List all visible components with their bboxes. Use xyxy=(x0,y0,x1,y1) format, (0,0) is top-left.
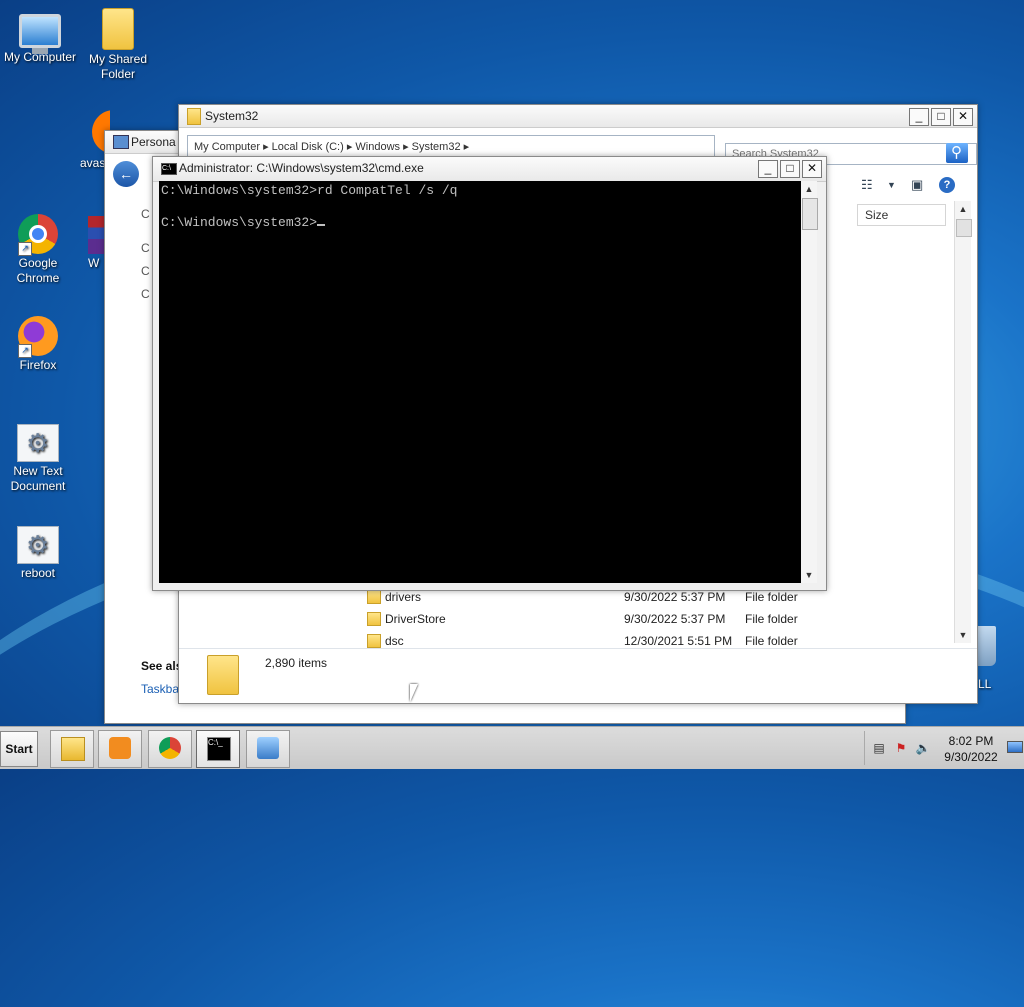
left-nav-item[interactable]: C xyxy=(141,287,150,301)
folder-icon xyxy=(207,655,239,695)
network-icon[interactable]: ▤ xyxy=(871,741,887,755)
media-player-icon xyxy=(109,737,131,759)
chrome-icon: ↗ xyxy=(18,214,58,256)
cmd-window[interactable]: C:\ Administrator: C:\Windows\system32\c… xyxy=(152,156,827,591)
desktop-icon-label: LL xyxy=(978,677,992,691)
window-title: System32 xyxy=(205,109,259,123)
folder-icon xyxy=(187,108,201,125)
system-tray: ▤ ⚑ 🔈 8:02 PM 9/30/2022 xyxy=(864,731,1023,765)
monitor-icon xyxy=(1007,741,1023,753)
desktop-icon-label: Firefox xyxy=(19,358,57,372)
scroll-up-button[interactable]: ▲ xyxy=(955,201,971,217)
shortcut-arrow-icon: ↗ xyxy=(18,242,32,256)
file-name: dsc xyxy=(385,634,404,648)
close-button[interactable]: ✕ xyxy=(953,108,973,126)
maximize-button[interactable]: □ xyxy=(780,160,800,178)
column-header-size[interactable]: Size xyxy=(857,204,946,226)
file-name: DriverStore xyxy=(385,612,446,626)
help-icon[interactable]: ? xyxy=(939,177,955,193)
title-bar[interactable]: C:\ Administrator: C:\Windows\system32\c… xyxy=(153,157,826,182)
start-button[interactable]: Start xyxy=(0,731,38,767)
show-desktop-button[interactable] xyxy=(1007,731,1023,765)
close-button[interactable]: ✕ xyxy=(802,160,822,178)
scroll-down-button[interactable]: ▼ xyxy=(955,627,971,643)
details-pane: 2,890 items xyxy=(179,648,977,703)
vertical-scrollbar[interactable]: ▲ ▼ xyxy=(954,201,972,643)
window-title: Administrator: C:\Windows\system32\cmd.e… xyxy=(179,161,424,175)
taskbar-link[interactable]: Taskba xyxy=(141,682,179,696)
desktop-icon-label: Google Chrome xyxy=(16,256,60,285)
left-nav-item[interactable]: C xyxy=(141,207,150,221)
item-count: 2,890 items xyxy=(265,656,328,670)
clock-date: 9/30/2022 xyxy=(944,750,998,764)
action-center-icon[interactable]: ⚑ xyxy=(893,741,909,755)
file-type: File folder xyxy=(745,634,798,648)
file-explorer-icon xyxy=(61,737,85,761)
file-date: 12/30/2021 5:51 PM xyxy=(624,634,733,648)
file-name: drivers xyxy=(385,590,422,604)
mouse-cursor-icon xyxy=(410,684,418,702)
text-cursor xyxy=(317,224,326,226)
desktop-icon-my-computer[interactable]: My Computer xyxy=(2,8,78,65)
search-icon[interactable] xyxy=(946,143,968,163)
clock[interactable]: 8:02 PM 9/30/2022 xyxy=(939,733,1003,765)
settings-doc-icon xyxy=(17,424,59,462)
volume-icon[interactable]: 🔈 xyxy=(915,741,931,755)
file-date: 9/30/2022 5:37 PM xyxy=(624,590,726,604)
folder-icon xyxy=(367,612,381,626)
file-type: File folder xyxy=(745,612,798,626)
personalize-icon xyxy=(113,135,129,149)
window-title: Persona xyxy=(131,135,176,149)
taskbar: Start C:\_ ▤ ⚑ 🔈 8:02 PM 9/30/2022 xyxy=(0,726,1024,769)
folder-icon xyxy=(367,590,381,604)
desktop-icon-google-chrome[interactable]: ↗ Google Chrome xyxy=(0,214,76,286)
cmd-icon: C:\_ xyxy=(207,737,231,761)
folder-icon xyxy=(102,8,134,50)
view-options-icon[interactable]: ☷ xyxy=(861,177,873,193)
maximize-button[interactable]: □ xyxy=(931,108,951,126)
back-button[interactable]: ← xyxy=(113,161,139,187)
file-date: 9/30/2022 5:37 PM xyxy=(624,612,726,626)
computer-icon xyxy=(19,14,61,54)
file-row[interactable]: DriverStore 9/30/2022 5:37 PM File folde… xyxy=(365,609,925,631)
desktop-icon-my-shared-folder[interactable]: My Shared Folder xyxy=(80,8,156,82)
scroll-down-button[interactable]: ▼ xyxy=(801,567,817,583)
preview-pane-icon[interactable]: ▣ xyxy=(911,177,923,193)
vertical-scrollbar[interactable]: ▲ ▼ xyxy=(801,181,818,583)
title-bar[interactable]: System32 _ □ ✕ xyxy=(179,105,977,128)
desktop-icon-reboot[interactable]: reboot xyxy=(0,526,76,581)
settings-doc-icon xyxy=(17,526,59,564)
desktop-icon-firefox[interactable]: ↗ Firefox xyxy=(0,316,76,373)
taskbar-chrome-button[interactable] xyxy=(148,730,192,768)
clock-time: 8:02 PM xyxy=(948,734,994,748)
taskbar-control-panel-button[interactable] xyxy=(246,730,290,768)
desktop-icon-new-text-document[interactable]: New Text Document xyxy=(0,424,76,494)
chrome-icon xyxy=(159,737,181,759)
minimize-button[interactable]: _ xyxy=(758,160,778,178)
desktop-icon-label: My Shared Folder xyxy=(88,52,148,81)
scroll-up-button[interactable]: ▲ xyxy=(801,181,817,197)
console-output[interactable]: C:\Windows\system32>rd CompatTel /s /q C… xyxy=(159,181,803,583)
desktop-icon-label: New Text Document xyxy=(10,464,66,493)
shortcut-arrow-icon: ↗ xyxy=(18,344,32,358)
left-nav-item[interactable]: C xyxy=(141,241,150,255)
control-panel-icon xyxy=(257,737,279,759)
file-type: File folder xyxy=(745,590,798,604)
folder-icon xyxy=(367,634,381,648)
taskbar-cmd-button[interactable]: C:\_ xyxy=(196,730,240,768)
minimize-button[interactable]: _ xyxy=(909,108,929,126)
cmd-icon: C:\ xyxy=(161,163,177,175)
chevron-down-icon[interactable]: ▼ xyxy=(887,180,896,190)
scroll-thumb[interactable] xyxy=(802,198,818,230)
taskbar-media-button[interactable] xyxy=(98,730,142,768)
see-also-heading: See als xyxy=(141,659,183,673)
console-prompt: C:\Windows\system32> xyxy=(161,215,318,230)
desktop-icon-label: reboot xyxy=(20,566,56,580)
left-nav-item[interactable]: C xyxy=(141,264,150,278)
scroll-thumb[interactable] xyxy=(956,219,972,237)
taskbar-explorer-button[interactable] xyxy=(50,730,94,768)
firefox-icon: ↗ xyxy=(18,316,58,358)
console-line: C:\Windows\system32>rd CompatTel /s /q xyxy=(161,183,458,198)
